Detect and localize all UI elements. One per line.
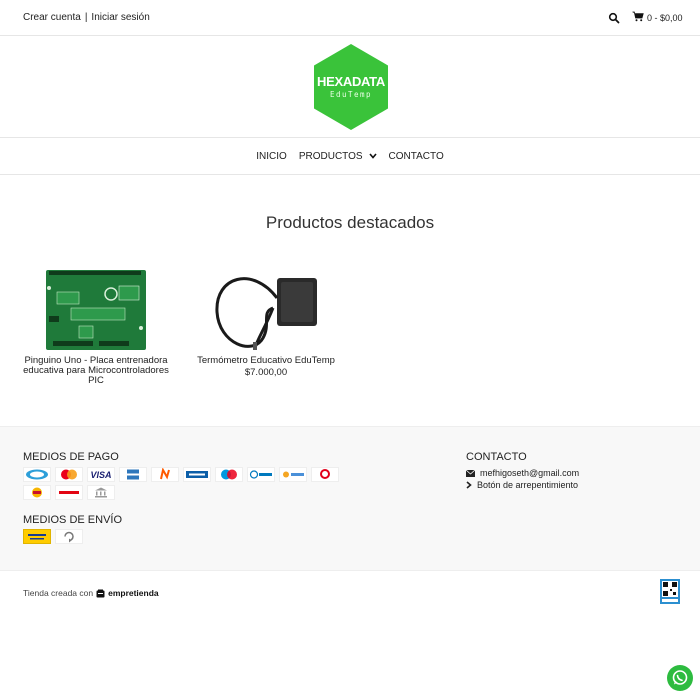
product-card[interactable]: Pinguino Uno - Placa entrenadora educati… [20, 268, 172, 386]
correo-argentino-icon [23, 529, 51, 544]
empretienda-icon [96, 589, 105, 597]
contact-title: CONTACTO [466, 451, 527, 463]
product-price: $7.000,00 [244, 367, 288, 378]
account-links: Crear cuenta | Iniciar sesión [23, 12, 150, 23]
main-nav: INICIO PRODUCTOS CONTACTO [0, 138, 700, 175]
cabal-icon [183, 467, 211, 482]
featured-title: Productos destacados [265, 213, 435, 232]
product-image [213, 268, 319, 352]
product-name: Pinguino Uno - Placa entrenadora educati… [23, 355, 169, 386]
payment-title: MEDIOS DE PAGO [23, 451, 119, 463]
nav-item-contacto[interactable]: CONTACTO [389, 151, 444, 162]
tarjeta-shopping-icon [23, 485, 51, 500]
nav-label: PRODUCTOS [298, 150, 363, 162]
platform-link[interactable]: empretienda [96, 588, 159, 598]
bank-transfer-icon [87, 485, 115, 500]
mercado-pago-icon [23, 467, 51, 482]
whatsapp-icon [672, 670, 688, 685]
search-icon[interactable] [608, 11, 620, 24]
shipping-methods [23, 529, 87, 547]
product-image [43, 268, 149, 352]
logo-subtitle: EduTemp [329, 90, 373, 99]
top-bar: Crear cuenta | Iniciar sesión 0 - $0,00 [0, 0, 700, 36]
cart-icon [632, 11, 644, 24]
store-logo[interactable]: HEXADATA EduTemp [311, 42, 391, 132]
naranja-icon [151, 467, 179, 482]
shipping-arrange-icon [55, 529, 83, 544]
nav-label: INICIO [256, 150, 287, 162]
platform-name: empretienda [108, 588, 159, 598]
contact-email[interactable]: mefhigoseth@gmail.com [466, 468, 579, 478]
nativa-icon [279, 467, 307, 482]
nav-item-productos[interactable]: PRODUCTOS [299, 151, 377, 162]
nav-label: CONTACTO [388, 150, 444, 162]
maestro-icon [215, 467, 243, 482]
create-account-link[interactable]: Crear cuenta [23, 12, 81, 23]
argencard-icon [311, 467, 339, 482]
whatsapp-button[interactable] [667, 665, 693, 691]
svg-text:VISA: VISA [90, 470, 111, 480]
created-with: Tienda creada con empretienda [23, 588, 159, 598]
shipping-title: MEDIOS DE ENVÍO [23, 514, 123, 526]
account-separator: | [84, 12, 88, 23]
bottom-bar: Tienda creada con empretienda [0, 570, 700, 614]
payment-methods: VISA [23, 467, 343, 503]
visa-icon: VISA [87, 467, 115, 482]
nav-item-inicio[interactable]: INICIO [256, 151, 287, 162]
cart-button[interactable]: 0 - $0,00 [632, 11, 683, 24]
contact-email-text: mefhigoseth@gmail.com [480, 468, 580, 478]
logo-title: HEXADATA [317, 74, 385, 89]
diners-club-icon [247, 467, 275, 482]
amex-icon [119, 467, 147, 482]
cart-summary: 0 - $0,00 [647, 12, 683, 23]
mastercard-icon [55, 467, 83, 482]
withdrawal-button[interactable]: Botón de arrepentimiento [466, 480, 578, 490]
withdrawal-button-label: Botón de arrepentimiento [477, 480, 579, 490]
rapipago-icon [55, 485, 83, 500]
login-link[interactable]: Iniciar sesión [91, 12, 149, 23]
created-with-text: Tienda creada con [23, 588, 94, 598]
envelope-icon [466, 469, 475, 477]
chevron-right-icon [466, 481, 472, 489]
product-card[interactable]: Termómetro Educativo EduTemp $7.000,00 [190, 268, 342, 378]
product-name: Termómetro Educativo EduTemp [197, 355, 335, 366]
data-fiscal-qr-icon[interactable] [660, 579, 680, 604]
chevron-down-icon [368, 153, 377, 159]
footer: MEDIOS DE PAGO VISA MEDIOS DE ENVÍO CONT… [0, 426, 700, 570]
header-logo-area: HEXADATA EduTemp [0, 36, 700, 138]
